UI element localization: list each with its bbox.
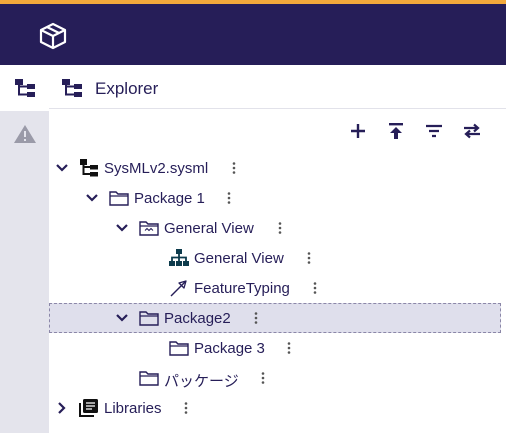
more-vert-icon[interactable]	[286, 341, 292, 355]
folder-icon	[169, 341, 189, 356]
diagram-icon	[169, 249, 189, 266]
warning-icon	[13, 125, 36, 143]
tree-item-general-view-folder[interactable]: General View	[49, 213, 501, 243]
model-tree-icon	[80, 159, 98, 177]
explorer-toolbar	[49, 109, 506, 151]
explorer-title: Explorer	[95, 79, 159, 98]
add-icon	[351, 124, 365, 138]
more-vert-icon[interactable]	[260, 371, 266, 385]
tree-item-label[interactable]: パッケージ	[164, 370, 239, 391]
more-vert-icon[interactable]	[226, 191, 232, 205]
more-vert-icon[interactable]	[231, 161, 237, 175]
sidebar	[0, 65, 49, 433]
explorer-tree-icon	[62, 79, 82, 97]
swap-icon	[464, 123, 480, 139]
tree-item-sysmlv2[interactable]: SysMLv2.sysml	[49, 153, 501, 183]
library-icon	[79, 399, 98, 417]
tab-validation[interactable]	[0, 111, 49, 157]
upload-model-button[interactable]	[385, 121, 407, 141]
tree-item-label[interactable]: Package 3	[194, 340, 265, 357]
view-folder-icon	[139, 221, 159, 236]
new-model-button[interactable]	[347, 121, 369, 141]
navbar	[0, 4, 506, 65]
folder-icon	[139, 371, 159, 386]
tree-item-package-jp[interactable]: パッケージ	[49, 363, 501, 393]
chevron-down-icon[interactable]	[115, 221, 129, 235]
tree-item-featuretyping[interactable]: FeatureTyping	[49, 273, 501, 303]
tree-item-libraries[interactable]: Libraries	[49, 393, 501, 423]
chevron-down-icon[interactable]	[55, 161, 69, 175]
tree-item-label[interactable]: General View	[164, 220, 254, 237]
tree-item-label[interactable]: SysMLv2.sysml	[104, 160, 208, 177]
folder-icon	[139, 311, 159, 326]
tree-item-label[interactable]: Package2	[164, 310, 231, 327]
arrow-icon	[170, 280, 187, 297]
chevron-down-icon[interactable]	[85, 191, 99, 205]
explorer-header: Explorer	[49, 65, 506, 109]
more-vert-icon[interactable]	[183, 401, 189, 415]
tree-item-label[interactable]: Libraries	[104, 400, 162, 417]
tree-item-package-3[interactable]: Package 3	[49, 333, 501, 363]
tree-item-general-view-diagram[interactable]: General View	[49, 243, 501, 273]
filter-button[interactable]	[423, 121, 445, 141]
tree-item-package-1[interactable]: Package 1	[49, 183, 501, 213]
cube-icon[interactable]	[38, 22, 68, 50]
tree-item-package2[interactable]: Package2	[49, 303, 501, 333]
synchronize-button[interactable]	[461, 121, 483, 141]
tree-item-label[interactable]: Package 1	[134, 190, 205, 207]
tree-item-label[interactable]: FeatureTyping	[194, 280, 290, 297]
more-vert-icon[interactable]	[253, 311, 259, 325]
upload-icon	[389, 123, 403, 139]
more-vert-icon[interactable]	[312, 281, 318, 295]
explorer-tree-icon	[14, 79, 35, 97]
chevron-down-icon[interactable]	[115, 311, 129, 325]
folder-icon	[109, 191, 129, 206]
chevron-right-icon[interactable]	[55, 401, 69, 415]
more-vert-icon[interactable]	[277, 221, 283, 235]
filter-icon	[426, 124, 442, 138]
explorer-panel: Explorer SysMLv2.sysml Package 1 General…	[49, 65, 506, 433]
more-vert-icon[interactable]	[306, 251, 312, 265]
tab-explorer[interactable]	[0, 65, 49, 111]
tree-item-label[interactable]: General View	[194, 250, 284, 267]
